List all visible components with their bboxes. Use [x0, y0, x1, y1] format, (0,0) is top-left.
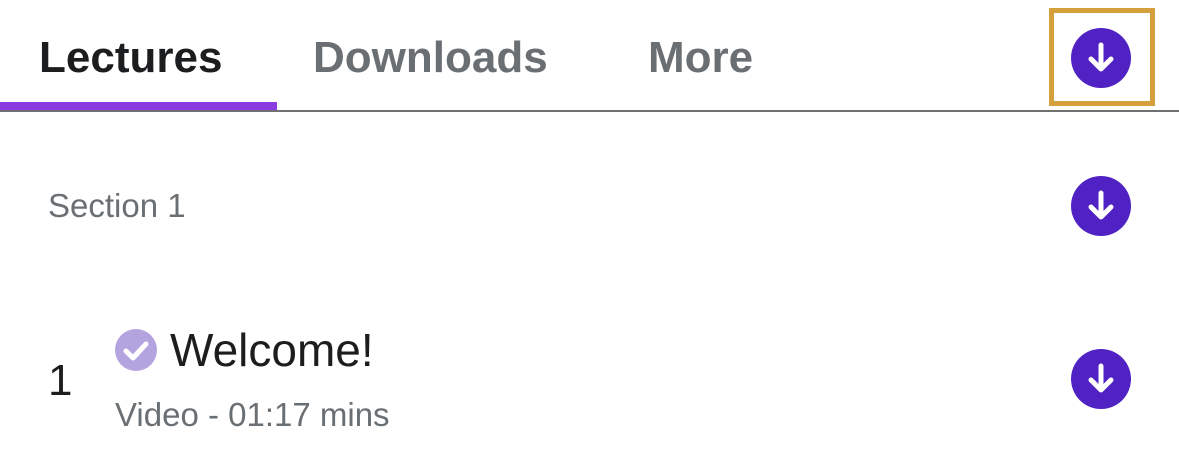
tab-more[interactable]: More [648, 26, 753, 90]
download-all-button[interactable] [1071, 28, 1131, 88]
section-title: Section 1 [48, 187, 186, 224]
download-arrow-icon [1088, 190, 1114, 220]
download-section-button[interactable] [1071, 176, 1131, 236]
lecture-meta: Video - 01:17 mins [115, 396, 390, 433]
lecture-title: Welcome! [170, 324, 374, 376]
tab-bar: Lectures Downloads More [0, 0, 1179, 112]
tab-divider [0, 110, 1179, 112]
tab-lectures[interactable]: Lectures [39, 26, 222, 90]
download-arrow-icon [1088, 42, 1114, 72]
lecture-number: 1 [48, 356, 73, 405]
download-lecture-button[interactable] [1071, 349, 1131, 409]
check-circle-icon [115, 329, 157, 371]
download-arrow-icon [1088, 363, 1114, 393]
tab-downloads[interactable]: Downloads [313, 26, 548, 90]
